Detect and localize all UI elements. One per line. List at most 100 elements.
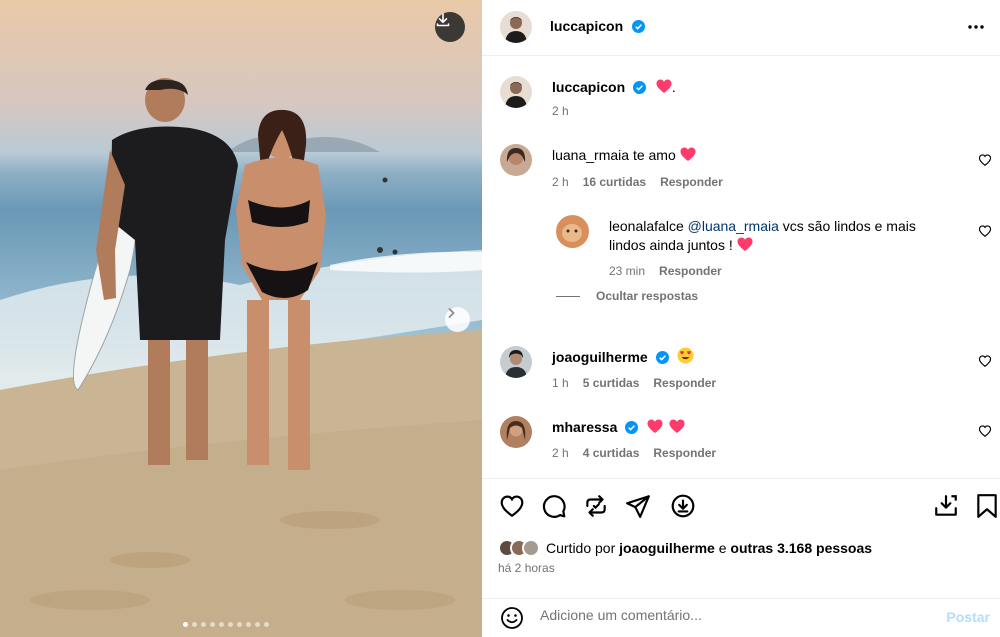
verified-icon <box>633 81 647 94</box>
reply-time: 23 min <box>609 264 646 278</box>
comment-text: joaoguilherme <box>552 347 694 367</box>
post-header: luccapicon <box>482 0 1000 56</box>
reply-button[interactable]: Responder <box>660 175 723 189</box>
carousel-dot <box>237 622 242 627</box>
hide-replies-label: Ocultar respostas <box>596 289 699 303</box>
comment-body: te amo <box>632 147 676 163</box>
likes-others[interactable]: outras 3.168 pessoas <box>730 540 872 556</box>
carousel-dot <box>264 622 269 627</box>
avatar-image <box>505 350 527 378</box>
commenter-avatar[interactable] <box>500 346 532 378</box>
repost-icon[interactable] <box>583 493 609 519</box>
hide-replies-button[interactable]: Ocultar respostas <box>556 289 698 303</box>
share-icon[interactable] <box>625 493 651 519</box>
heart-emoji-icon <box>669 419 685 433</box>
comment-text: mharessa <box>552 418 685 437</box>
verified-icon <box>625 421 639 434</box>
likes-prefix: Curtido por <box>546 540 616 556</box>
comment-input[interactable] <box>540 607 920 623</box>
reply-button[interactable]: Responder <box>653 446 716 460</box>
caption-username[interactable]: luccapicon <box>552 79 625 95</box>
avatar-image <box>506 148 526 165</box>
download-icon[interactable] <box>670 493 696 519</box>
author-username[interactable]: luccapicon <box>550 18 623 34</box>
commenter-avatar[interactable] <box>500 416 532 448</box>
chevron-right-icon <box>448 308 455 318</box>
heart-eyes-emoji-icon <box>677 347 694 364</box>
post-timestamp: há 2 horas <box>498 561 555 575</box>
reply-button[interactable]: Responder <box>653 376 716 390</box>
verified-icon <box>655 351 669 364</box>
post-details-panel: luccapicon luccapicon . 2 h luana_rmaia … <box>482 0 1000 637</box>
author-avatar[interactable] <box>500 11 532 43</box>
beach-photo <box>0 78 482 637</box>
like-comment-heart-icon[interactable] <box>978 153 992 167</box>
carousel-dot <box>219 622 224 627</box>
like-comment-heart-icon[interactable] <box>978 424 992 438</box>
carousel-dot <box>192 622 197 627</box>
liker-avatar <box>522 539 540 557</box>
comment-meta: 2 h 4 curtidas Responder <box>552 446 716 460</box>
comment-text: luana_rmaia te amo <box>552 146 696 165</box>
download-media-button[interactable] <box>435 12 465 42</box>
caption-meta: 2 h <box>552 104 569 118</box>
heart-emoji-icon <box>737 237 753 251</box>
comment-username[interactable]: luana_rmaia <box>552 147 629 163</box>
carousel-dot <box>255 622 260 627</box>
divider-line <box>556 295 580 297</box>
carousel-dot <box>246 622 251 627</box>
carousel-dot <box>210 622 215 627</box>
caption-time: 2 h <box>552 104 569 118</box>
like-comment-heart-icon[interactable] <box>978 224 992 238</box>
like-comment-heart-icon[interactable] <box>978 354 992 368</box>
avatar-image <box>505 17 527 43</box>
carousel-dot <box>183 622 188 627</box>
carousel-dot <box>228 622 233 627</box>
comment-time: 2 h <box>552 446 569 460</box>
commenter-avatar[interactable] <box>556 215 589 248</box>
comment-meta: 2 h 16 curtidas Responder <box>552 175 723 189</box>
reply-username[interactable]: leonalafalce <box>609 218 684 234</box>
heart-emoji-icon <box>656 79 672 93</box>
save-to-collection-icon[interactable] <box>933 493 959 519</box>
liker-avatars <box>498 539 540 557</box>
carousel-next-button[interactable] <box>445 307 470 332</box>
author-avatar[interactable] <box>500 76 532 108</box>
likes-user[interactable]: joaoguilherme <box>619 540 715 556</box>
carousel-dot <box>201 622 206 627</box>
likes-summary: Curtido por joaoguilherme e outras 3.168… <box>498 539 872 557</box>
reply-body-line1: vcs são lindos e mais <box>782 218 916 234</box>
reply-button[interactable]: Responder <box>659 264 722 278</box>
add-comment-bar: Postar <box>482 598 1000 637</box>
author-name-row: luccapicon <box>550 18 645 36</box>
reply-mention[interactable]: @luana_rmaia <box>688 218 779 234</box>
emoji-icon[interactable] <box>500 606 524 630</box>
commenter-avatar[interactable] <box>500 144 532 176</box>
comment-username[interactable]: mharessa <box>552 419 617 435</box>
post-actions: Curtido por joaoguilherme e outras 3.168… <box>482 478 1000 598</box>
caption-body: . <box>671 79 676 95</box>
comment-username[interactable]: joaoguilherme <box>552 349 648 365</box>
heart-emoji-icon <box>647 419 663 433</box>
heart-emoji-icon <box>680 147 696 161</box>
reply-meta: 23 min Responder <box>609 264 722 278</box>
reply-body-line2: lindos ainda juntos ! <box>609 237 733 253</box>
comment-time: 2 h <box>552 175 569 189</box>
reply-text: leonalafalce @luana_rmaia vcs são lindos… <box>609 217 949 255</box>
save-icon[interactable] <box>976 493 998 519</box>
comment-time: 1 h <box>552 376 569 390</box>
comment-likes[interactable]: 5 curtidas <box>583 376 640 390</box>
avatar-image <box>562 224 582 242</box>
comment-likes[interactable]: 16 curtidas <box>583 175 646 189</box>
heart-icon[interactable] <box>499 493 525 519</box>
post-comment-button[interactable]: Postar <box>946 609 990 625</box>
comment-icon[interactable] <box>541 493 567 519</box>
likes-connector: e <box>718 540 727 556</box>
post-media[interactable] <box>0 0 482 637</box>
avatar-image <box>505 82 527 108</box>
avatar-image <box>506 421 526 440</box>
more-icon[interactable] <box>966 17 986 37</box>
caption-text: luccapicon . <box>552 78 676 97</box>
comment-likes[interactable]: 4 curtidas <box>583 446 640 460</box>
carousel-indicator <box>183 622 269 627</box>
